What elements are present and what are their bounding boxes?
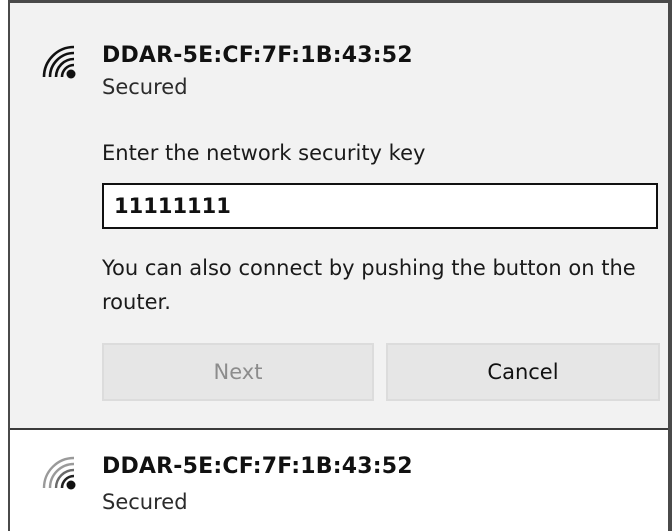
network-status: Secured (102, 75, 188, 99)
wifi-secured-icon (40, 43, 80, 83)
network-item[interactable]: DDAR-5E:CF:7F:1B:43:52 Secured (10, 430, 668, 531)
next-button[interactable]: Next (102, 343, 374, 401)
wifi-secured-icon (40, 454, 80, 494)
window-frame-right (668, 0, 672, 531)
window-frame-left (0, 0, 10, 531)
network-ssid: DDAR-5E:CF:7F:1B:43:52 (102, 454, 413, 479)
network-ssid: DDAR-5E:CF:7F:1B:43:52 (102, 43, 413, 68)
wifi-network-list: DDAR-5E:CF:7F:1B:43:52 Secured Enter the… (10, 3, 668, 531)
network-status: Secured (102, 490, 188, 514)
security-key-label: Enter the network security key (102, 141, 426, 165)
wps-hint-text: You can also connect by pushing the butt… (102, 256, 636, 314)
network-item-selected[interactable]: DDAR-5E:CF:7F:1B:43:52 Secured Enter the… (10, 3, 668, 428)
security-key-input[interactable] (102, 183, 658, 229)
cancel-button[interactable]: Cancel (386, 343, 660, 401)
